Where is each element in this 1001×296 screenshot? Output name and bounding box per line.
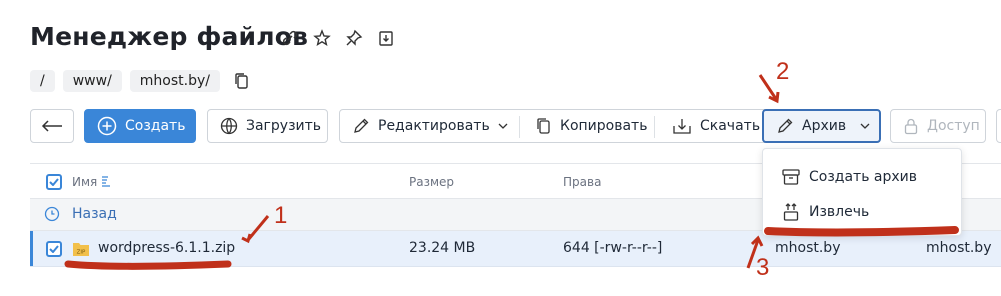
file-group: mhost.by [926, 240, 992, 256]
create-label: Создать [125, 118, 186, 134]
file-name[interactable]: wordpress-6.1.1.zip [98, 240, 235, 256]
header-name[interactable]: Имя [72, 175, 97, 189]
copy-path-icon[interactable] [234, 72, 252, 90]
zip-file-icon: ZIP [72, 241, 90, 261]
archive-box-icon [782, 169, 800, 185]
back-button[interactable] [30, 109, 74, 143]
chevron-down-icon [860, 123, 870, 129]
checkmark-icon [49, 178, 59, 186]
extract-icon [783, 203, 799, 221]
arrow-mark-2 [758, 74, 778, 100]
title-actions [280, 28, 396, 48]
header-rights[interactable]: Права [563, 175, 601, 189]
back-arrow-icon [44, 206, 60, 226]
arrow-left-icon [41, 120, 62, 132]
menu-item-label: Извлечь [809, 204, 870, 220]
pin-icon[interactable] [344, 28, 364, 48]
globe-icon [220, 117, 238, 135]
menu-item-extract[interactable]: Извлечь [763, 196, 961, 228]
menu-item-create-archive[interactable]: Создать архив [763, 161, 961, 193]
file-actions-group: Редактировать Копировать Скачать [339, 109, 783, 143]
breadcrumb-www[interactable]: www/ [62, 70, 122, 92]
menu-item-label: Создать архив [809, 169, 918, 185]
archive-button[interactable]: Архив [762, 109, 881, 143]
star-icon[interactable] [312, 28, 332, 48]
file-rights: 644 [-rw-r--r--] [563, 240, 663, 256]
breadcrumb: / www/ mhost.by/ [30, 70, 252, 92]
edit-label: Редактировать [378, 118, 490, 134]
back-label: Назад [72, 206, 117, 222]
copy-icon [537, 118, 550, 134]
checkmark-icon [49, 245, 59, 253]
sort-icon[interactable] [100, 174, 112, 191]
select-all-checkbox[interactable] [46, 174, 62, 190]
annotation-step-1: 1 [274, 202, 288, 229]
toolbar-overflow-button[interactable] [996, 109, 1001, 143]
upload-label: Загрузить [246, 118, 322, 134]
copy-label: Копировать [560, 118, 648, 134]
breadcrumb-root[interactable]: / [30, 70, 55, 92]
annotation-step-3: 3 [756, 254, 770, 281]
download-tray-icon [673, 119, 691, 134]
copy-button[interactable]: Копировать [526, 110, 657, 142]
pencil-icon [778, 118, 793, 133]
annotation-step-2: 2 [776, 58, 790, 85]
chevron-down-icon [498, 123, 508, 129]
pencil-icon [354, 118, 369, 133]
svg-text:ZIP: ZIP [77, 250, 86, 256]
access-button[interactable]: Доступ [890, 109, 986, 143]
download-button[interactable]: Скачать [662, 110, 770, 142]
download-label: Скачать [700, 118, 761, 134]
file-size: 23.24 MB [409, 240, 476, 256]
archive-dropdown-menu: Создать архив Извлечь [762, 148, 962, 236]
plus-circle-icon [97, 116, 117, 136]
page-title: Менеджер файлов [30, 22, 309, 51]
link-icon[interactable] [280, 28, 300, 48]
header-size[interactable]: Размер [409, 175, 454, 189]
lock-icon [904, 118, 918, 135]
row-checkbox[interactable] [46, 241, 62, 257]
breadcrumb-mhost[interactable]: mhost.by/ [129, 70, 220, 92]
edit-button[interactable]: Редактировать [342, 110, 518, 142]
create-button[interactable]: Создать [84, 109, 196, 143]
download-box-icon[interactable] [376, 28, 396, 48]
upload-button[interactable]: Загрузить [207, 109, 328, 143]
access-label: Доступ [927, 118, 980, 134]
table-row[interactable]: ZIP wordpress-6.1.1.zip 23.24 MB 644 [-r… [30, 231, 1001, 267]
file-owner: mhost.by [775, 240, 841, 256]
archive-label: Архив [802, 118, 847, 134]
